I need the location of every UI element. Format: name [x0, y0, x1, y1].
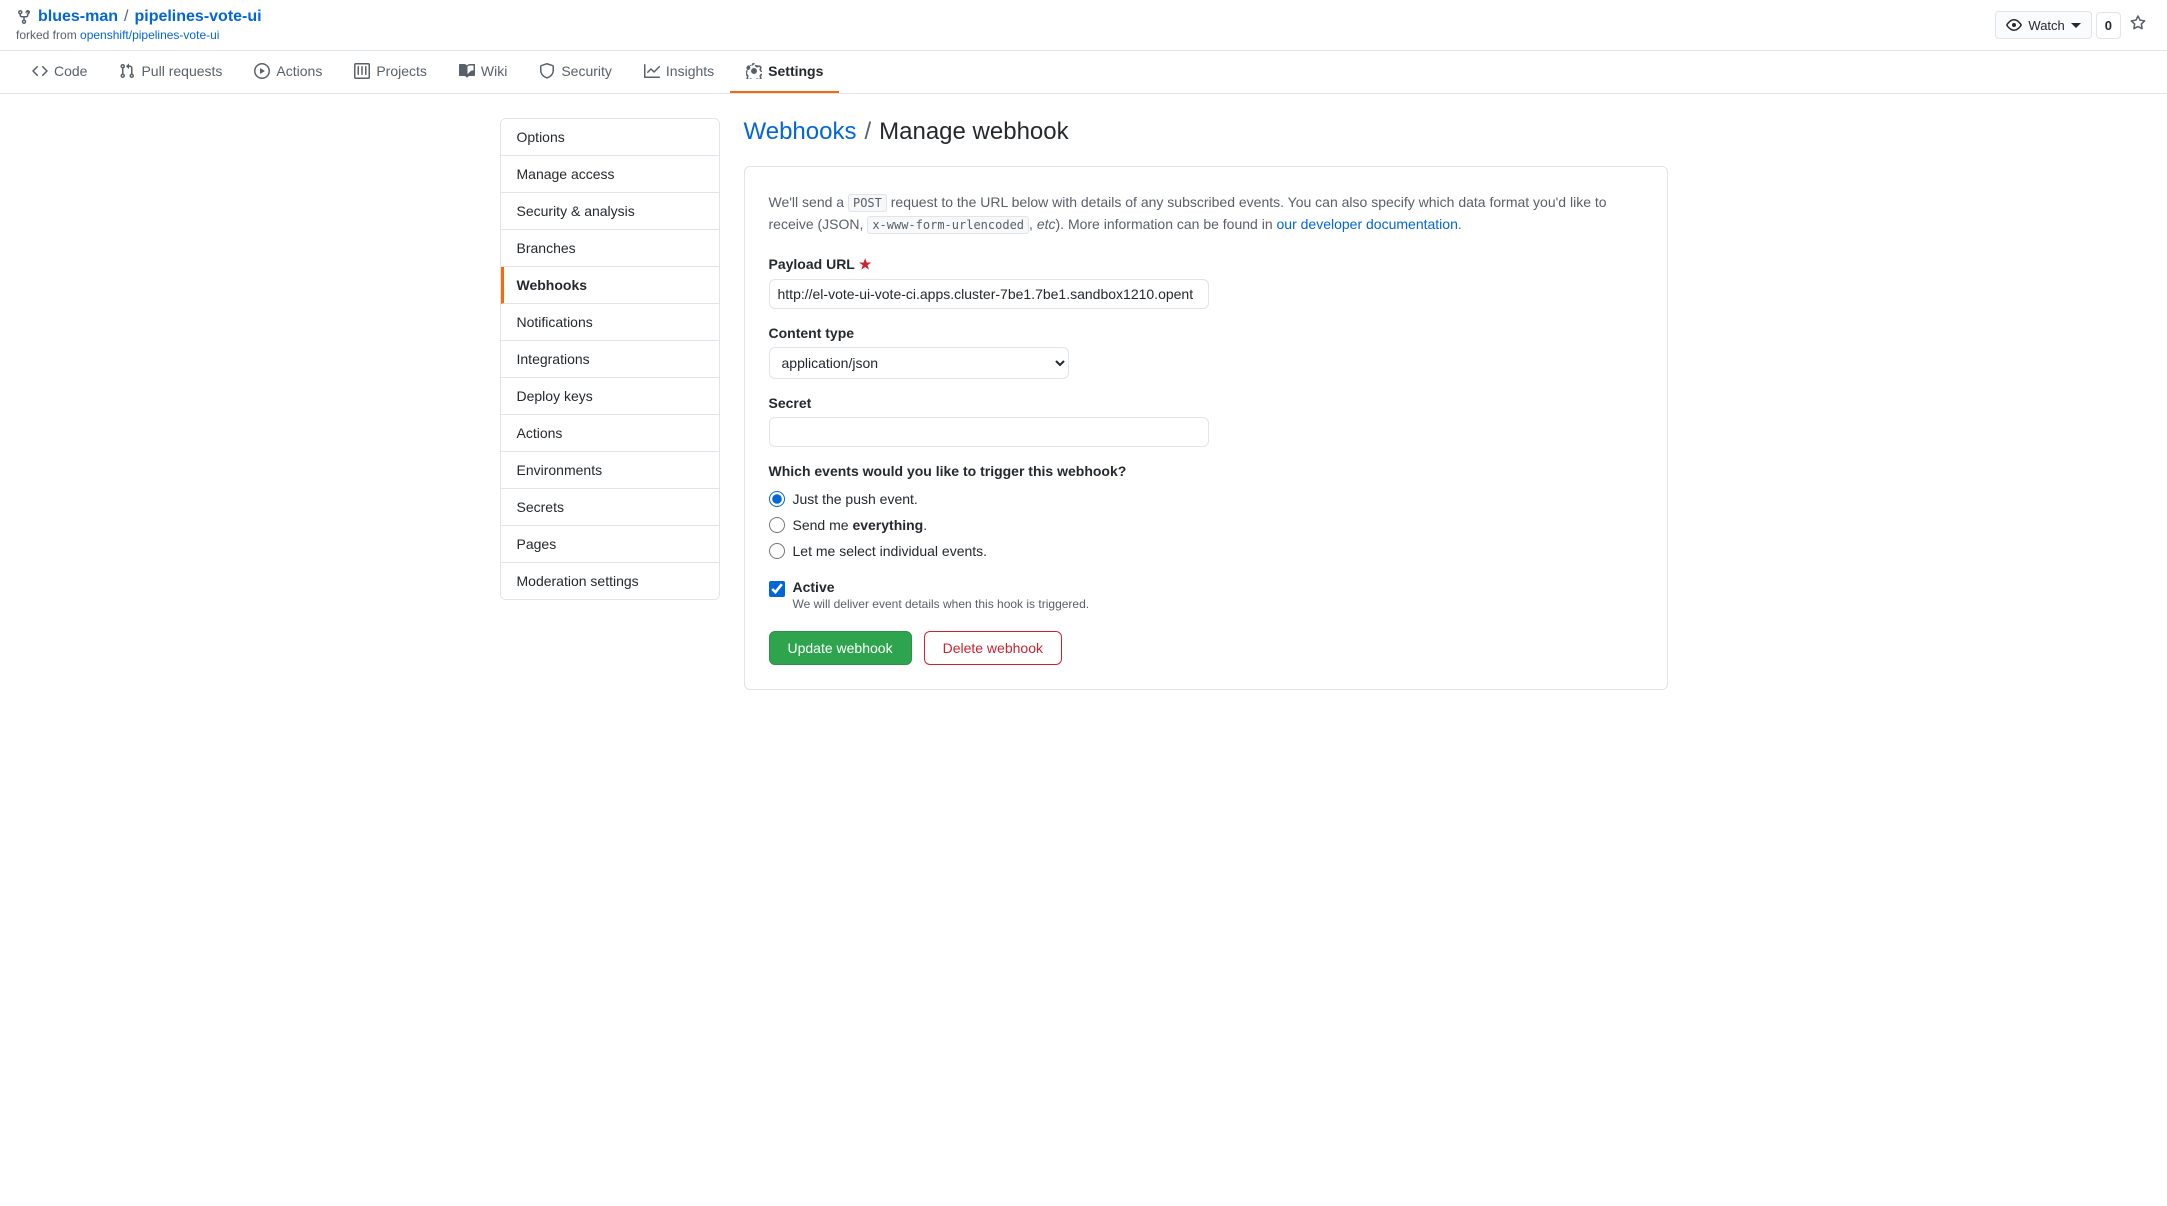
tab-code[interactable]: Code — [16, 51, 103, 93]
star-icon — [2130, 15, 2146, 31]
radio-select-individual[interactable]: Let me select individual events. — [769, 543, 1643, 559]
fork-source-link[interactable]: openshift/pipelines-vote-ui — [80, 28, 219, 42]
top-right: Watch 0 — [1995, 10, 2151, 41]
webhooks-breadcrumb-link[interactable]: Webhooks — [744, 118, 857, 146]
delete-webhook-button[interactable]: Delete webhook — [924, 631, 1062, 665]
watch-count[interactable]: 0 — [2096, 12, 2121, 39]
radio-group: Just the push event. Send me everything.… — [769, 491, 1643, 559]
radio-just-push-input[interactable] — [769, 491, 785, 507]
radio-just-push[interactable]: Just the push event. — [769, 491, 1643, 507]
payload-url-group: Payload URL ★ — [769, 256, 1643, 309]
watch-button[interactable]: Watch — [1995, 11, 2091, 39]
sidebar-item-integrations[interactable]: Integrations — [501, 341, 719, 378]
nav-tabs: Code Pull requests Actions Projects Wiki… — [0, 51, 2167, 94]
page-title: Manage webhook — [879, 118, 1068, 146]
org-link[interactable]: blues-man — [38, 8, 118, 26]
gear-icon — [746, 63, 762, 79]
layout: Options Manage access Security & analysi… — [484, 94, 1684, 714]
code-icon — [32, 63, 48, 79]
shield-icon — [539, 63, 555, 79]
active-group: Active We will deliver event details whe… — [769, 579, 1643, 611]
required-star: ★ — [859, 256, 872, 273]
content-type-group: Content type application/json applicatio… — [769, 325, 1643, 379]
active-description: We will deliver event details when this … — [793, 597, 1090, 611]
play-icon — [254, 63, 270, 79]
sidebar-item-notifications[interactable]: Notifications — [501, 304, 719, 341]
content-type-label: Content type — [769, 325, 1643, 341]
sidebar-item-manage-access[interactable]: Manage access — [501, 156, 719, 193]
tab-insights[interactable]: Insights — [628, 51, 730, 93]
sidebar-item-deploy-keys[interactable]: Deploy keys — [501, 378, 719, 415]
tab-projects[interactable]: Projects — [338, 51, 443, 93]
sidebar-item-pages[interactable]: Pages — [501, 526, 719, 563]
content-type-select[interactable]: application/json application/x-www-form-… — [769, 347, 1069, 379]
page-header: Webhooks / Manage webhook — [744, 118, 1668, 146]
chevron-down-icon — [2071, 20, 2081, 30]
radio-send-everything[interactable]: Send me everything. — [769, 517, 1643, 533]
pr-icon — [119, 63, 135, 79]
tab-security[interactable]: Security — [523, 51, 628, 93]
book-icon — [459, 63, 475, 79]
sidebar: Options Manage access Security & analysi… — [500, 118, 720, 600]
active-label[interactable]: Active — [793, 579, 835, 595]
table-icon — [354, 63, 370, 79]
fork-info: forked from openshift/pipelines-vote-ui — [16, 28, 262, 42]
sidebar-item-secrets[interactable]: Secrets — [501, 489, 719, 526]
secret-label: Secret — [769, 395, 1643, 411]
repo-link[interactable]: pipelines-vote-ui — [134, 8, 261, 26]
sidebar-item-actions[interactable]: Actions — [501, 415, 719, 452]
secret-input[interactable] — [769, 417, 1209, 447]
webhook-form-card: We'll send a POST request to the URL bel… — [744, 166, 1668, 690]
active-checkbox[interactable] — [769, 581, 785, 597]
developer-docs-link[interactable]: our developer documentation — [1277, 216, 1458, 232]
sidebar-item-security-analysis[interactable]: Security & analysis — [501, 193, 719, 230]
top-bar: blues-man / pipelines-vote-ui forked fro… — [0, 0, 2167, 51]
sidebar-item-environments[interactable]: Environments — [501, 452, 719, 489]
form-url-code: x-www-form-urlencoded — [867, 216, 1029, 234]
sidebar-item-options[interactable]: Options — [501, 119, 719, 156]
form-description: We'll send a POST request to the URL bel… — [769, 191, 1643, 236]
post-code: POST — [848, 194, 887, 212]
events-group: Which events would you like to trigger t… — [769, 463, 1643, 559]
tab-actions[interactable]: Actions — [238, 51, 338, 93]
tab-wiki[interactable]: Wiki — [443, 51, 523, 93]
eye-icon — [2006, 17, 2022, 33]
breadcrumb-separator: / — [864, 118, 871, 146]
fork-icon — [16, 9, 32, 25]
button-row: Update webhook Delete webhook — [769, 631, 1643, 665]
star-button[interactable] — [2125, 10, 2151, 41]
payload-url-label: Payload URL ★ — [769, 256, 1643, 273]
radio-send-everything-input[interactable] — [769, 517, 785, 533]
events-section-title: Which events would you like to trigger t… — [769, 463, 1643, 479]
main-content: Webhooks / Manage webhook We'll send a P… — [744, 118, 1668, 690]
sidebar-item-branches[interactable]: Branches — [501, 230, 719, 267]
separator: / — [124, 8, 128, 26]
sidebar-item-webhooks[interactable]: Webhooks — [501, 267, 719, 304]
graph-icon — [644, 63, 660, 79]
secret-group: Secret — [769, 395, 1643, 447]
tab-settings[interactable]: Settings — [730, 51, 839, 93]
sidebar-item-moderation-settings[interactable]: Moderation settings — [501, 563, 719, 599]
repo-title: blues-man / pipelines-vote-ui — [16, 8, 262, 26]
watch-label: Watch — [2028, 18, 2064, 33]
radio-select-individual-input[interactable] — [769, 543, 785, 559]
payload-url-input[interactable] — [769, 279, 1209, 309]
tab-pull-requests[interactable]: Pull requests — [103, 51, 238, 93]
update-webhook-button[interactable]: Update webhook — [769, 631, 912, 665]
